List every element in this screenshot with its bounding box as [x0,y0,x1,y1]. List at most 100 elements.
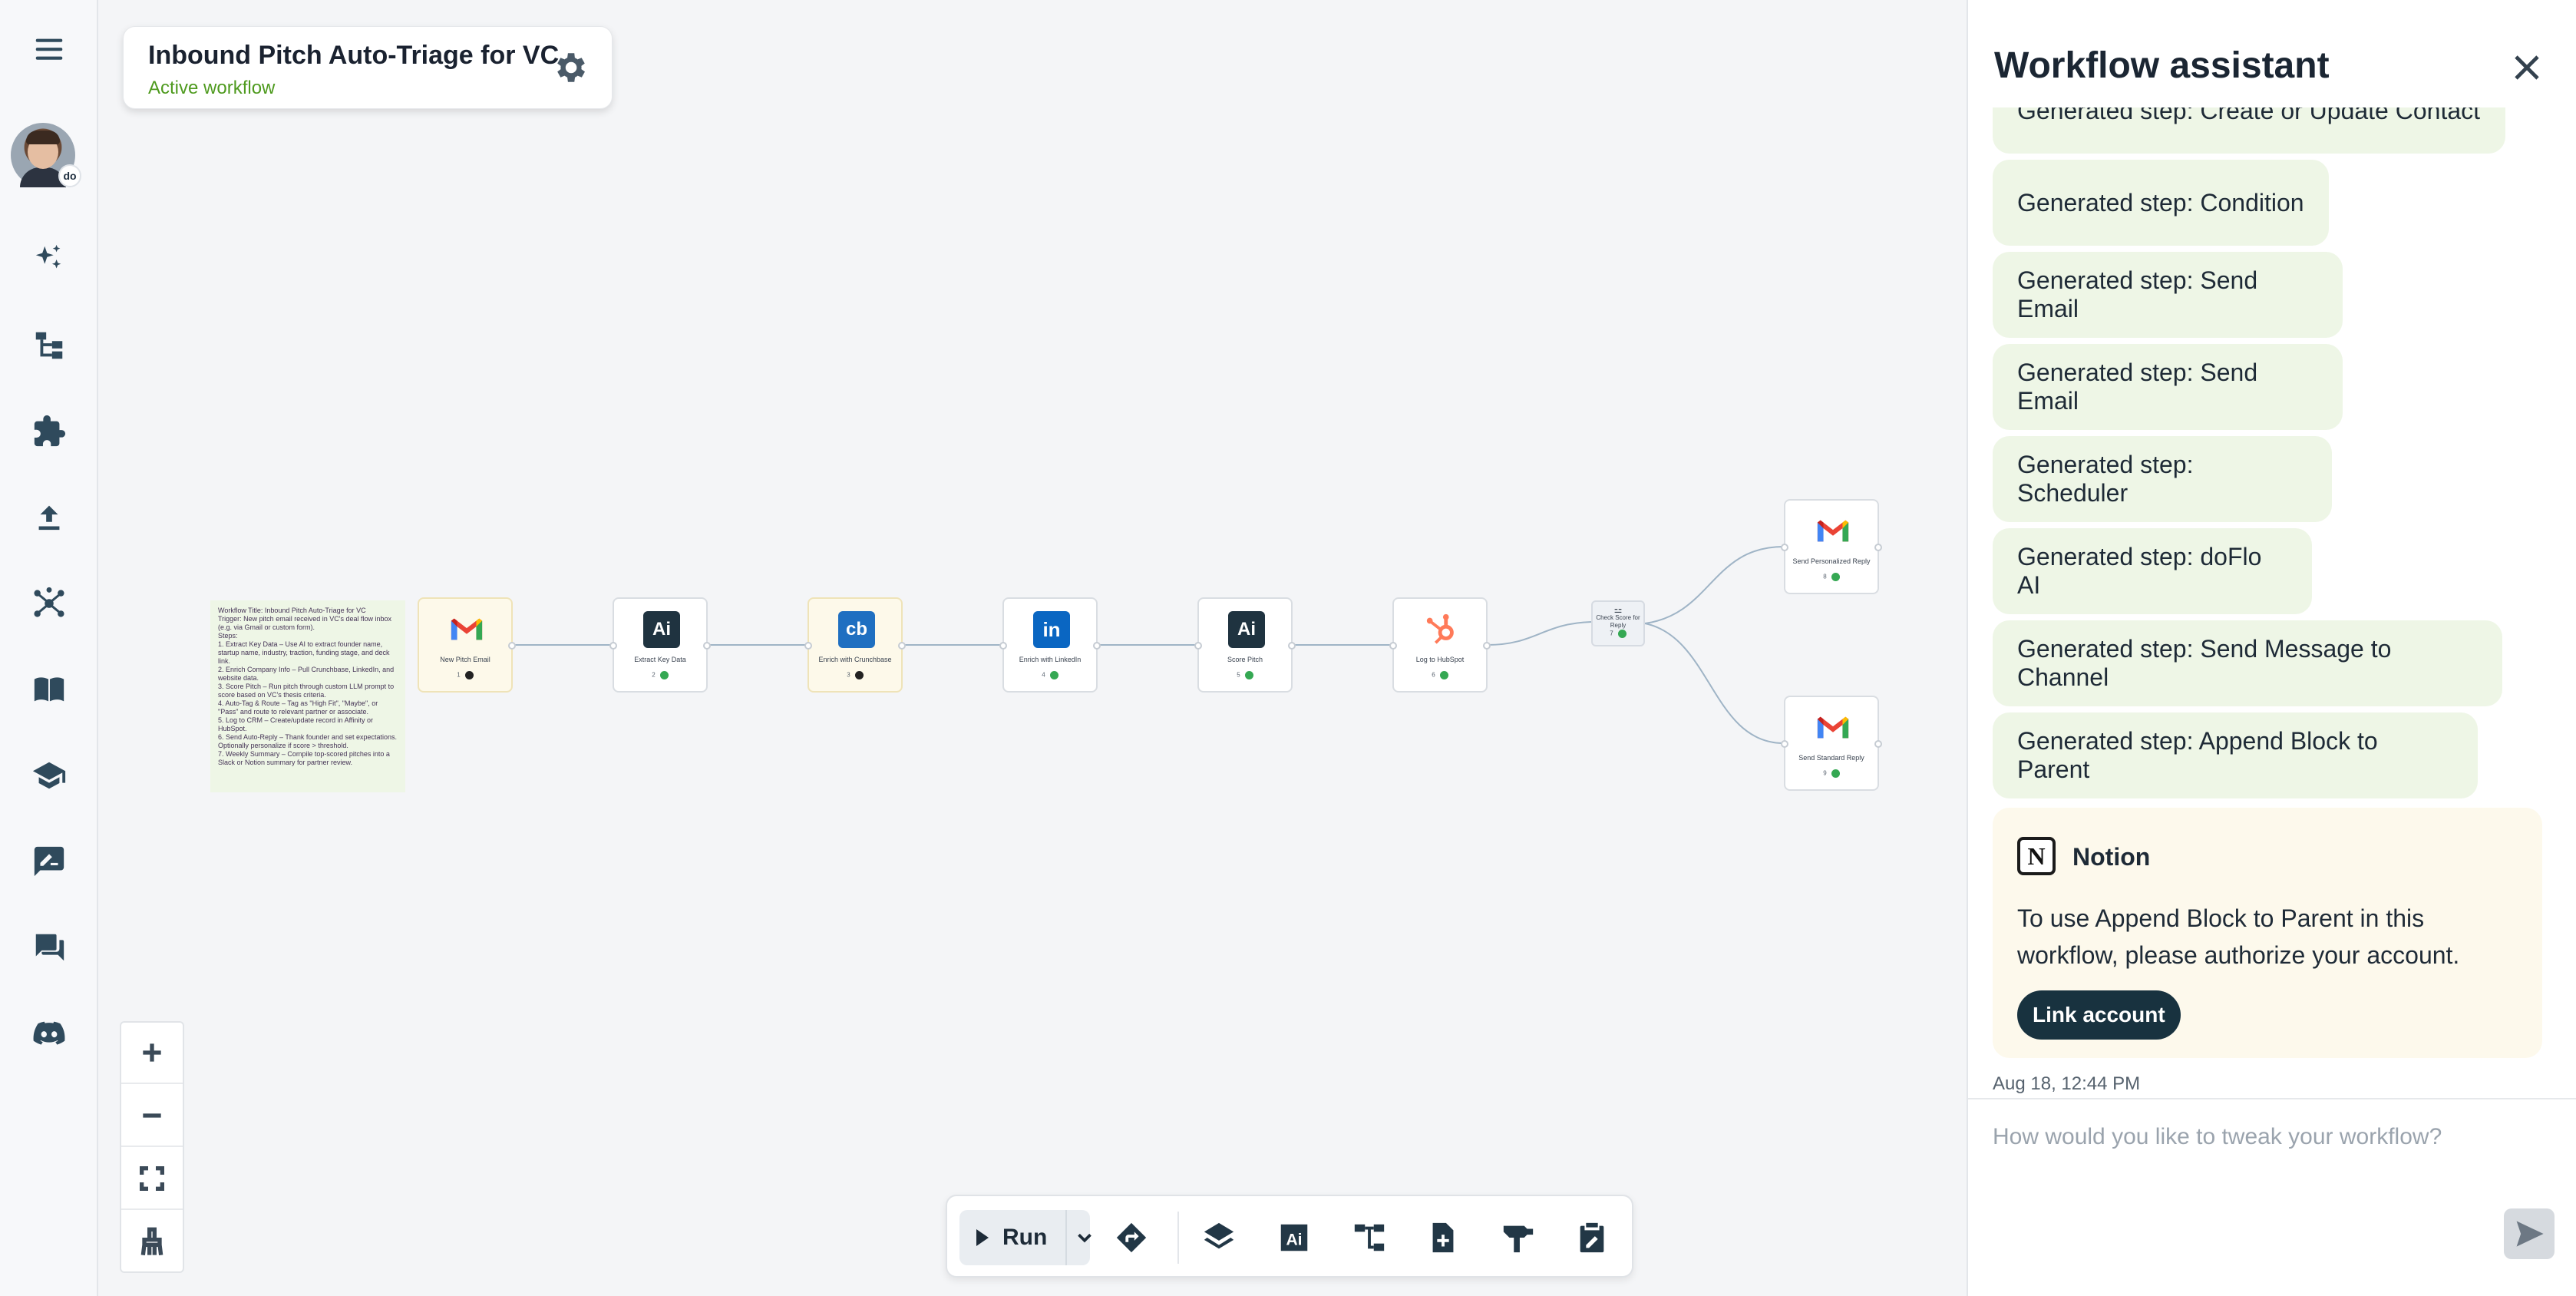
send-button[interactable] [2504,1208,2555,1259]
node-label: Score Pitch [1227,656,1263,663]
node-enrich-linkedin[interactable]: in Enrich with LinkedIn 4 [999,597,1101,693]
pending-status-icon [854,671,864,679]
message-bubble: Generated step: Append Block to Parent [1993,712,2478,798]
node-label: Enrich with Crunchbase [818,656,892,663]
gear-icon[interactable] [550,48,589,87]
ai-text-icon[interactable]: Ai [1273,1216,1316,1259]
node-enrich-crunchbase[interactable]: cb Enrich with Crunchbase 3 [804,597,906,693]
output-port[interactable] [1288,642,1296,650]
link-account-button[interactable]: Link account [2017,990,2181,1040]
output-port[interactable] [508,642,516,650]
toolbar-divider [1177,1212,1179,1264]
message-list[interactable]: Generated step: Create or Update Contact… [1968,107,2576,1092]
notion-auth-card: N Notion To use Append Block to Parent i… [1993,808,2542,1058]
linkedin-icon: in [1033,611,1070,648]
panel-title: Workflow assistant [1994,45,2330,86]
layers-icon[interactable] [1197,1216,1240,1259]
message-bubble: Generated step: Send Email [1993,252,2343,338]
workflow-note[interactable]: Workflow Title: Inbound Pitch Auto-Triag… [210,600,405,792]
run-options-button[interactable] [1065,1210,1102,1265]
input-port[interactable] [1389,642,1397,650]
close-icon[interactable] [2508,49,2545,86]
notion-icon: N [2017,837,2056,875]
run-button[interactable]: Run [959,1210,1091,1265]
output-port[interactable] [898,642,906,650]
node-label: Enrich with LinkedIn [1019,656,1082,663]
discord-icon[interactable] [23,1007,75,1060]
input-port[interactable] [1194,642,1202,650]
node-send-standard-reply[interactable]: Send Standard Reply 9 [1781,696,1882,791]
node-step: 1 [419,671,511,679]
input-port[interactable] [999,642,1007,650]
success-status-icon [659,671,669,679]
redirect-icon[interactable] [1110,1216,1153,1259]
node-score-pitch[interactable]: Ai Score Pitch 5 [1194,597,1296,693]
note-line: Trigger: New pitch email received in VC'… [218,615,394,631]
network-icon[interactable] [23,577,75,630]
fit-view-button[interactable] [121,1149,183,1210]
workflow-tree-icon[interactable] [23,319,75,372]
pending-status-icon [464,671,474,679]
output-port[interactable] [1483,642,1491,650]
node-label: Send Standard Reply [1798,754,1864,762]
node-log-hubspot[interactable]: Log to HubSpot 6 [1389,597,1491,693]
message-bubble: Generated step: Create or Update Contact [1993,107,2505,154]
input-port[interactable] [804,642,812,650]
menu-icon[interactable] [23,23,75,75]
success-status-icon [1831,573,1840,581]
fullscreen-icon [140,1166,164,1191]
crunchbase-icon: cb [838,611,875,648]
node-extract-key-data[interactable]: Ai Extract Key Data 2 [609,597,711,693]
document-add-icon[interactable] [1422,1216,1465,1259]
node-label: Check Score for Reply [1596,614,1640,629]
ai-icon: Ai [643,611,680,648]
node-new-pitch-email[interactable]: New Pitch Email 1 [418,597,516,693]
node-label: New Pitch Email [440,656,490,663]
success-status-icon [1244,671,1253,679]
hammer-icon[interactable] [1497,1216,1540,1259]
node-step: 9 [1785,769,1878,778]
chat-icon[interactable] [23,921,75,974]
input-port[interactable] [609,642,617,650]
output-port[interactable] [1874,740,1882,748]
message-bubble: Generated step: Send Message to Channel [1993,620,2502,706]
note-line: 7. Weekly Summary – Compile top-scored p… [218,750,392,766]
condition-icon: ⚍ [1613,604,1623,615]
sign-icon[interactable] [23,835,75,888]
avatar-badge: do [58,164,81,187]
note-line: 3. Score Pitch – Run pitch through custo… [218,683,396,699]
note-line: 1. Extract Key Data – Use AI to extract … [218,640,391,665]
node-condition[interactable]: ⚍ Check Score for Reply 7 [1591,600,1645,646]
output-port[interactable] [1093,642,1101,650]
puzzle-icon[interactable] [23,405,75,458]
tweak-workflow-input[interactable] [1993,1124,2522,1232]
node-step: 4 [1004,671,1096,679]
note-line: 4. Auto-Tag & Route – Tag as "High Fit",… [218,699,380,716]
node-label: Extract Key Data [634,656,686,663]
output-port[interactable] [703,642,711,650]
node-label: Log to HubSpot [1415,656,1465,663]
input-port[interactable] [1781,740,1788,748]
clipboard-edit-icon[interactable] [1570,1216,1613,1259]
tidy-button[interactable] [121,1212,183,1273]
zoom-in-button[interactable] [121,1023,183,1084]
graduation-cap-icon[interactable] [23,749,75,802]
sparkle-icon[interactable] [23,233,75,286]
upload-icon[interactable] [23,491,75,544]
note-line: 2. Enrich Company Info – Pull Crunchbase… [218,666,396,682]
note-line: Workflow Title: Inbound Pitch Auto-Triag… [218,607,366,614]
assistant-panel: Workflow assistant Generated step: Creat… [1967,0,2576,1296]
message-bubble: Generated step: Condition [1993,160,2329,246]
book-icon[interactable] [23,663,75,716]
broom-icon [140,1227,163,1255]
node-send-personalized-reply[interactable]: Send Personalized Reply 8 [1781,499,1882,594]
avatar[interactable]: do [11,123,81,187]
note-line: 6. Send Auto-Reply – Thank founder and s… [218,733,399,749]
tree-icon[interactable] [1348,1216,1391,1259]
minus-icon [143,1113,161,1118]
gmail-icon [448,611,485,648]
zoom-out-button[interactable] [121,1086,183,1147]
output-port[interactable] [1874,544,1882,551]
input-port[interactable] [1781,544,1788,551]
run-label: Run [1002,1225,1048,1250]
